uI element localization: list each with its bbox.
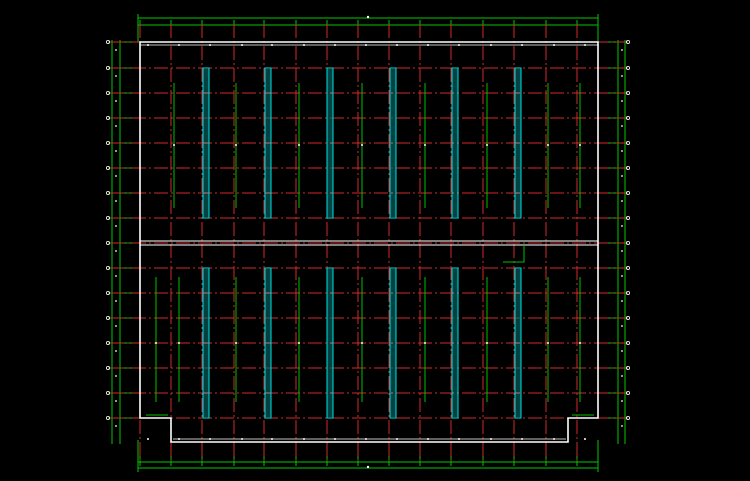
wall-marker-top-8: [396, 44, 398, 46]
right-dim-dot-0: [621, 49, 623, 51]
left-dim-dot-5: [115, 175, 117, 177]
right-dim-dot-14: [621, 400, 623, 402]
right-dim-dot-5: [621, 175, 623, 177]
left-dim-dot-2: [115, 100, 117, 102]
wall-marker-top-14: [584, 44, 586, 46]
fixture-dot-lower-3: [298, 342, 300, 344]
fixture-dot-upper-2: [298, 144, 300, 146]
wall-marker-top-5: [303, 44, 305, 46]
fixture-dot-lower-1: [178, 342, 180, 344]
wall-marker-top-0: [147, 44, 149, 46]
right-dim-dot-12: [621, 350, 623, 352]
wall-marker-top-12: [521, 44, 523, 46]
cad-floor-plan: [106, 14, 631, 472]
wall-marker-top-11: [490, 44, 492, 46]
fixture-dot-lower-6: [486, 342, 488, 344]
left-dim-dot-15: [115, 425, 117, 427]
right-dim-dot-2: [621, 100, 623, 102]
wall-marker-top-10: [458, 44, 460, 46]
fixture-dot-upper-0: [173, 144, 175, 146]
fixture-dot-lower-7: [547, 342, 549, 344]
left-dim-dot-14: [115, 400, 117, 402]
wall-marker-top-2: [209, 44, 211, 46]
marker-dots: [115, 15, 623, 469]
right-dim-dot-7: [621, 225, 623, 227]
fixture-dot-upper-3: [361, 144, 363, 146]
left-dim-dot-1: [115, 75, 117, 77]
right-dim-dot-1: [621, 75, 623, 77]
right-dim-dot-3: [621, 125, 623, 127]
right-dim-dot-8: [621, 250, 623, 252]
wall-marker-bottom-5: [303, 438, 305, 440]
fixture-dot-lower-2: [235, 342, 237, 344]
left-dim-dot-3: [115, 125, 117, 127]
wall-marker-top-1: [178, 44, 180, 46]
wall-marker-bottom-1: [178, 438, 180, 440]
wall-marker-bottom-13: [553, 438, 555, 440]
wall-marker-bottom-3: [241, 438, 243, 440]
right-dim-dot-9: [621, 275, 623, 277]
wall-marker-top-7: [365, 44, 367, 46]
left-dim-dot-8: [115, 250, 117, 252]
fixture-dot-upper-6: [547, 144, 549, 146]
right-dim-dot-13: [621, 375, 623, 377]
bottom-center-mark: [366, 465, 370, 469]
top-center-mark: [366, 15, 370, 19]
wall-marker-top-6: [334, 44, 336, 46]
wall-marker-bottom-9: [427, 438, 429, 440]
right-dim-dot-6: [621, 200, 623, 202]
fixture-dot-lower-0: [155, 342, 157, 344]
wall-marker-top-4: [271, 44, 273, 46]
left-dim-dot-9: [115, 275, 117, 277]
wall-marker-bottom-10: [458, 438, 460, 440]
right-dim-dot-10: [621, 300, 623, 302]
left-dim-dot-11: [115, 325, 117, 327]
left-dim-dot-0: [115, 49, 117, 51]
wall-marker-bottom-8: [396, 438, 398, 440]
wall-marker-bottom-2: [209, 438, 211, 440]
wall-marker-bottom-14: [584, 438, 586, 440]
fixture-dot-lower-4: [361, 342, 363, 344]
left-dim-dot-6: [115, 200, 117, 202]
wall-marker-bottom-0: [147, 438, 149, 440]
left-dim-dot-4: [115, 150, 117, 152]
left-dim-dot-7: [115, 225, 117, 227]
fixture-dot-upper-1: [235, 144, 237, 146]
wall-marker-bottom-6: [334, 438, 336, 440]
right-dim-dot-4: [621, 150, 623, 152]
left-dim-dot-13: [115, 375, 117, 377]
wall-marker-bottom-12: [521, 438, 523, 440]
left-dim-dot-10: [115, 300, 117, 302]
wall-marker-top-13: [553, 44, 555, 46]
fixture-dot-lower-5: [424, 342, 426, 344]
right-dim-dot-11: [621, 325, 623, 327]
fixture-dot-upper-4: [424, 144, 426, 146]
right-dim-dot-15: [621, 425, 623, 427]
wall-marker-top-9: [427, 44, 429, 46]
left-dim-dot-12: [115, 350, 117, 352]
wall-marker-bottom-11: [490, 438, 492, 440]
wall-marker-bottom-4: [271, 438, 273, 440]
fixture-dot-lower-8: [579, 342, 581, 344]
grid-axis-lines: [110, 24, 626, 462]
wall-marker-bottom-7: [365, 438, 367, 440]
fixture-dot-upper-7: [579, 144, 581, 146]
fixture-dot-upper-5: [486, 144, 488, 146]
wall-marker-top-3: [241, 44, 243, 46]
